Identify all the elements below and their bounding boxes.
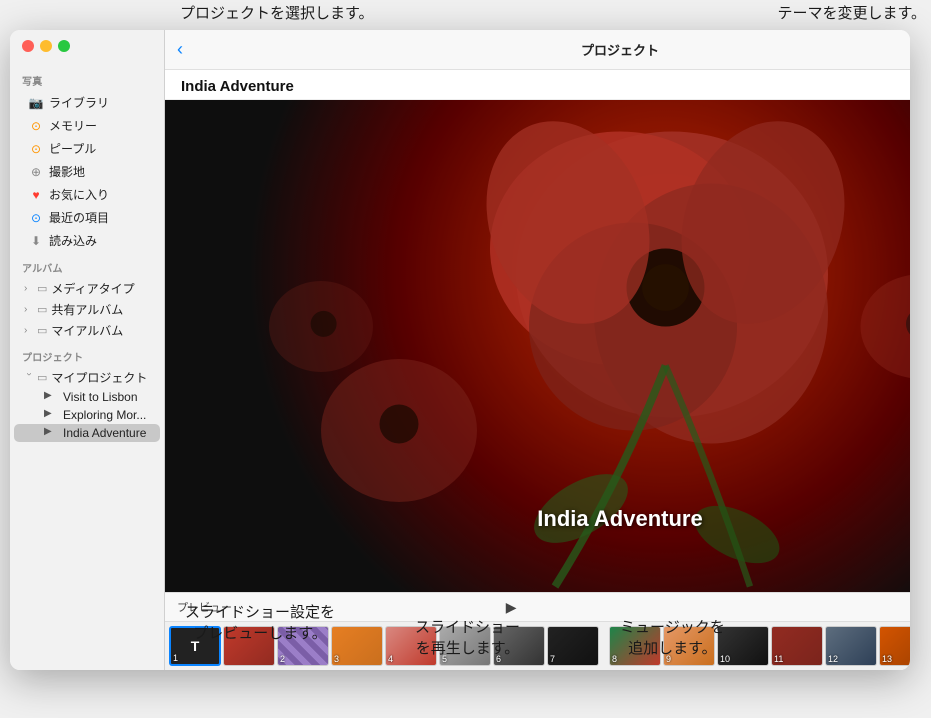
project-title: India Adventure: [181, 78, 294, 95]
chevron-icon: ›: [24, 283, 34, 294]
sidebar-group-myprojects[interactable]: › ▭ マイプロジェクト: [10, 367, 164, 388]
toolbar-title: プロジェクト: [581, 40, 659, 59]
filmstrip-slide-5[interactable]: 5: [439, 626, 491, 666]
sidebar-section-projects: プロジェクト: [10, 341, 164, 367]
minimize-button[interactable]: [40, 40, 52, 52]
filmstrip-slide-8[interactable]: 8: [609, 626, 661, 666]
filmstrip-slide-13[interactable]: 13: [879, 626, 910, 666]
close-button[interactable]: [22, 40, 34, 52]
filmstrip: T 1 2 3 4 5: [165, 621, 910, 670]
sidebar-item-india[interactable]: ▶ India Adventure: [14, 424, 160, 442]
memories-icon: ⊙: [28, 118, 44, 134]
preview-label: プレビュー: [177, 599, 232, 615]
play-button[interactable]: ▶: [501, 597, 521, 617]
filmstrip-slide-11[interactable]: 11: [771, 626, 823, 666]
filmstrip-slide-12[interactable]: 12: [825, 626, 877, 666]
filmstrip-slide-10[interactable]: 10: [717, 626, 769, 666]
slideshow-icon-lisbon: ▶: [44, 390, 58, 404]
sidebar-item-library[interactable]: 📷 ライブラリ: [14, 91, 160, 114]
slideshow-icon-exploring: ▶: [44, 408, 58, 422]
recent-icon: ⊙: [28, 210, 44, 226]
sidebar-item-imports[interactable]: ⬇ 読み込み: [14, 229, 160, 252]
toolbar: ‹ プロジェクト 書き出す 🔍 検索: [165, 30, 910, 70]
sidebar-group-shared[interactable]: › ▭ 共有アルバム: [10, 299, 164, 320]
traffic-lights: [22, 40, 70, 52]
filmstrip-slide-1[interactable]: T 1: [169, 626, 221, 666]
filmstrip-slide-4[interactable]: 4: [385, 626, 437, 666]
myprojects-icon: ▭: [37, 371, 47, 384]
filmstrip-slide-2[interactable]: 2: [277, 626, 329, 666]
sidebar: 写真 📷 ライブラリ ⊙ メモリー ⊙ ピープル ⊕ 撮影地 ♥ お気に入り ⊙…: [10, 30, 165, 670]
filmstrip-slide-7[interactable]: 7: [547, 626, 599, 666]
imports-icon: ⬇: [28, 233, 44, 249]
slide-overlay-title: India Adventure: [537, 506, 702, 532]
sidebar-item-places[interactable]: ⊕ 撮影地: [14, 160, 160, 183]
sidebar-group-mediatype[interactable]: › ▭ メディアタイプ: [10, 278, 164, 299]
annotation-change-theme: テーマを変更します。: [777, 2, 926, 23]
sidebar-group-myalbum[interactable]: › ▭ マイアルバム: [10, 320, 164, 341]
filmstrip-slide-1b[interactable]: [223, 626, 275, 666]
filmstrip-slide-9[interactable]: 9: [663, 626, 715, 666]
chevron-icon4: ›: [24, 373, 35, 383]
sidebar-item-memories[interactable]: ⊙ メモリー: [14, 114, 160, 137]
main-window: 写真 📷 ライブラリ ⊙ メモリー ⊙ ピープル ⊕ 撮影地 ♥ お気に入り ⊙…: [10, 30, 910, 670]
preview-area: India Adventure: [165, 100, 910, 592]
people-icon: ⊙: [28, 141, 44, 157]
sidebar-section-albums: アルバム: [10, 252, 164, 278]
library-icon: 📷: [28, 95, 44, 111]
fullscreen-button[interactable]: [58, 40, 70, 52]
shared-icon: ▭: [37, 303, 47, 316]
main-content: ‹ プロジェクト 書き出す 🔍 検索 India Adventure 44枚のス…: [165, 30, 910, 670]
filmstrip-slide-6[interactable]: 6: [493, 626, 545, 666]
chevron-icon3: ›: [24, 325, 34, 336]
sidebar-item-lisbon[interactable]: ▶ Visit to Lisbon: [14, 388, 160, 406]
sidebar-item-favorites[interactable]: ♥ お気に入り: [14, 183, 160, 206]
sidebar-item-people[interactable]: ⊙ ピープル: [14, 137, 160, 160]
sidebar-section-photos: 写真: [10, 65, 164, 91]
sidebar-item-recent[interactable]: ⊙ 最近の項目: [14, 206, 160, 229]
favorites-icon: ♥: [28, 187, 44, 203]
places-icon: ⊕: [28, 164, 44, 180]
chevron-icon2: ›: [24, 304, 34, 315]
annotation-select-project: プロジェクトを選択します。: [180, 2, 374, 23]
mediatype-icon: ▭: [37, 282, 47, 295]
playback-controls: プレビュー ▶ ↺: [165, 593, 910, 621]
bottom-bar: プレビュー ▶ ↺ T 1 2 3: [165, 592, 910, 670]
sidebar-item-exploring[interactable]: ▶ Exploring Mor...: [14, 406, 160, 424]
filmstrip-slide-3[interactable]: 3: [331, 626, 383, 666]
myalbum-icon: ▭: [37, 324, 47, 337]
project-header: India Adventure 44枚のスライド・2:38分: [165, 70, 910, 100]
back-button[interactable]: ‹: [177, 39, 183, 60]
slideshow-icon-india: ▶: [44, 426, 58, 440]
